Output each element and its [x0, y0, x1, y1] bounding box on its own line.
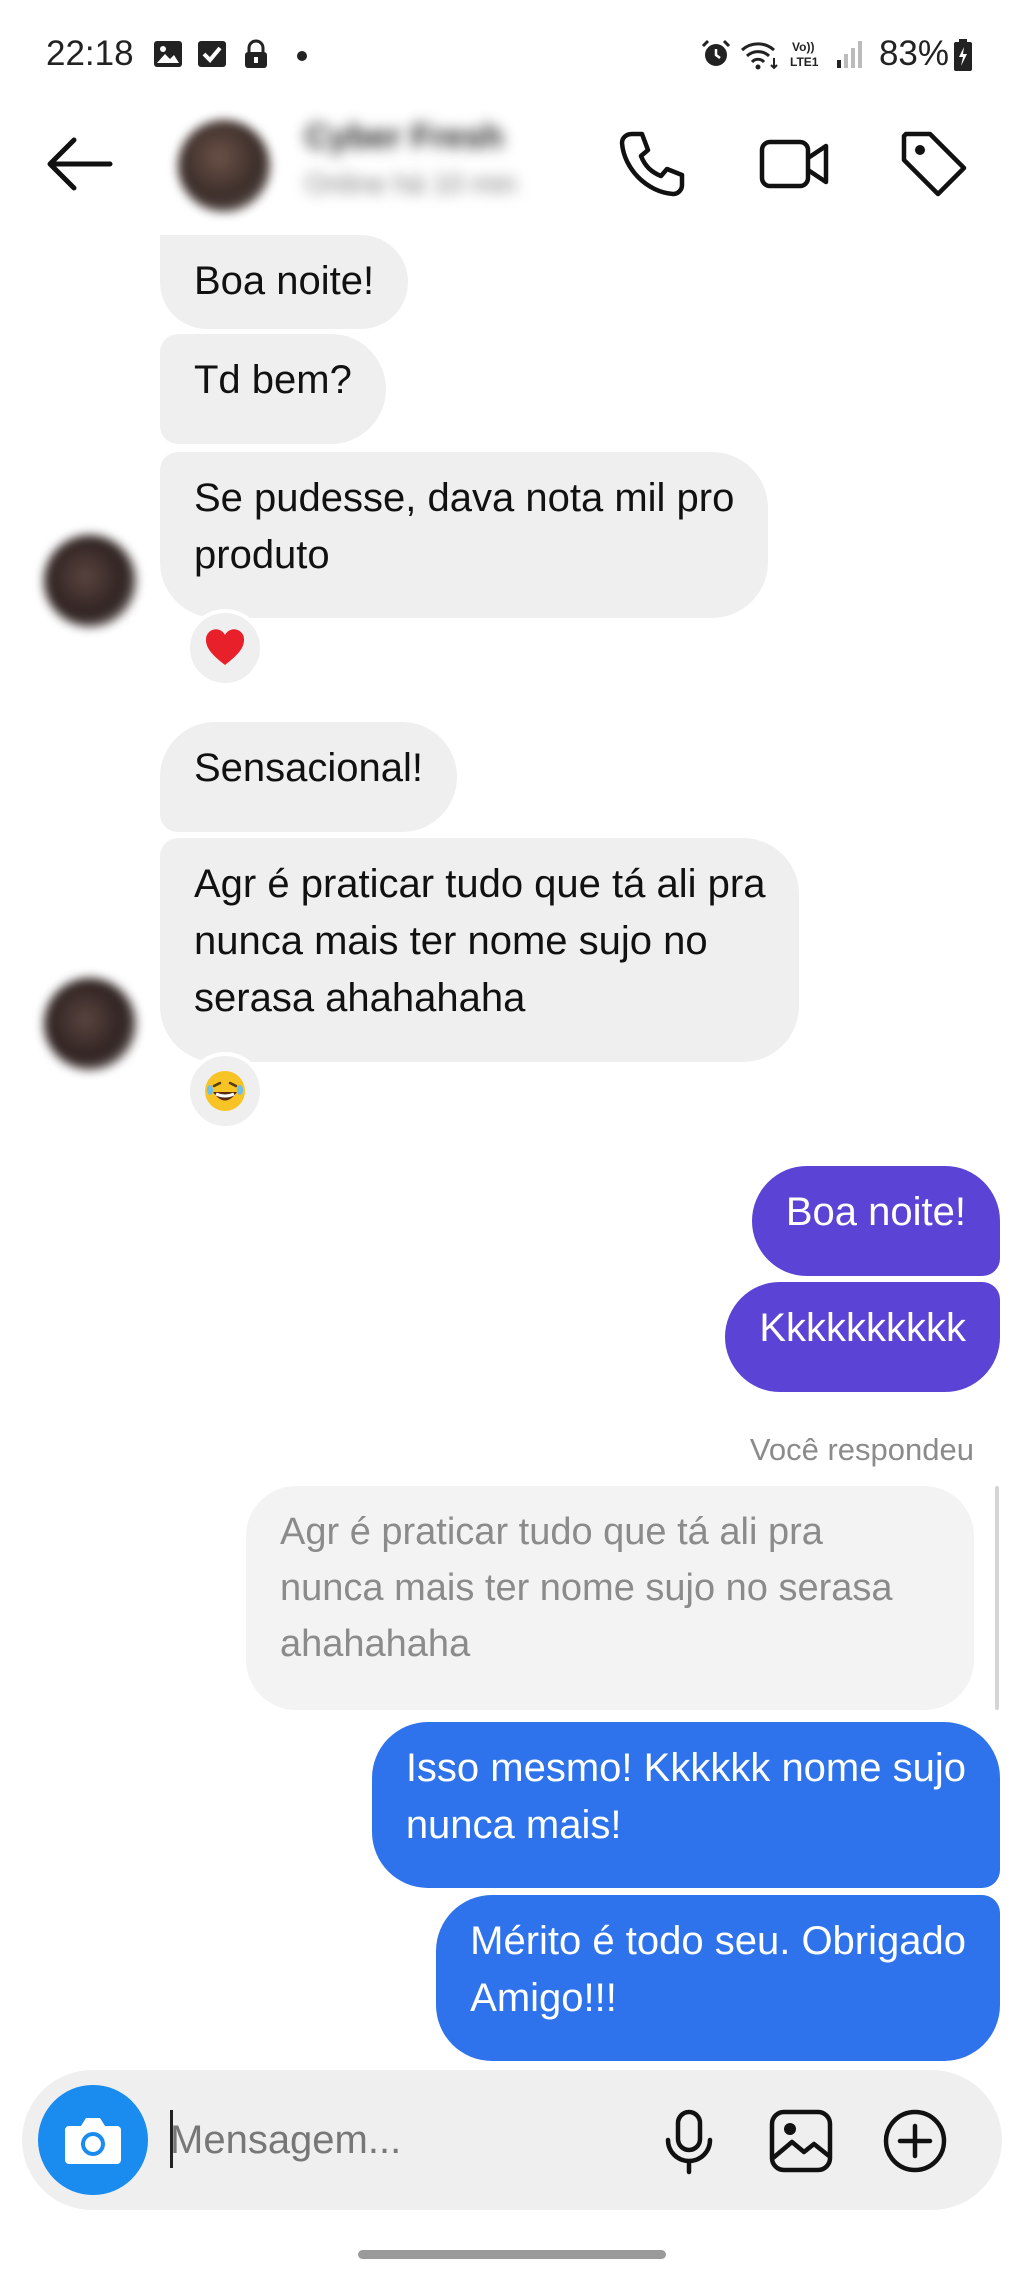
quote-bar — [995, 1486, 999, 1710]
wifi-icon — [741, 42, 778, 70]
camera-button[interactable] — [38, 2085, 148, 2195]
alarm-icon — [701, 39, 731, 66]
message-input[interactable] — [170, 2105, 630, 2175]
gallery-icon — [154, 41, 182, 67]
battery-icon — [954, 39, 972, 71]
incoming-message[interactable]: Boa noite! — [160, 235, 409, 329]
status-time: 22:18 — [46, 34, 134, 73]
sender-avatar[interactable] — [44, 535, 136, 627]
incoming-message[interactable]: Sensacional! — [160, 722, 458, 832]
outgoing-message[interactable]: Isso mesmo! Kkkkkk nome sujo nunca mais! — [371, 1722, 1000, 1888]
image-icon[interactable] — [766, 2106, 836, 2176]
contact-name[interactable]: Cyber Fresh — [305, 118, 503, 157]
incoming-message[interactable]: Td bem? — [160, 334, 386, 444]
microphone-icon[interactable] — [654, 2106, 724, 2176]
incoming-message[interactable]: Agr é praticar tudo que tá ali pra nunca… — [160, 838, 800, 1062]
svg-text:LTE1: LTE1 — [790, 55, 819, 69]
replied-label: Você respondeu — [749, 1432, 974, 1467]
sender-avatar[interactable] — [44, 978, 136, 1070]
contact-avatar[interactable] — [178, 120, 270, 212]
outgoing-message[interactable]: Kkkkkkkkkk — [725, 1282, 1000, 1392]
home-indicator[interactable] — [358, 2250, 666, 2259]
laugh-reaction[interactable] — [186, 1052, 264, 1130]
heart-icon — [205, 629, 245, 665]
contact-status: Online há 10 min — [305, 168, 517, 199]
plus-circle-icon[interactable] — [880, 2106, 950, 2176]
dot-icon — [297, 51, 307, 61]
volte-icon: Vo)) LTE1 — [790, 40, 819, 69]
quoted-message[interactable]: Agr é praticar tudo que tá ali pra nunca… — [246, 1486, 974, 1710]
outgoing-message[interactable]: Boa noite! — [751, 1166, 1000, 1276]
signal-icon — [837, 41, 862, 68]
back-arrow-icon[interactable] — [44, 134, 114, 194]
laughing-emoji-icon — [205, 1071, 245, 1111]
incoming-message[interactable]: Se pudesse, dava nota mil pro produto — [160, 452, 769, 618]
tag-icon[interactable] — [896, 126, 972, 202]
phone-icon[interactable] — [614, 126, 690, 202]
camera-icon — [65, 2118, 121, 2164]
checkbox-icon — [198, 41, 226, 67]
outgoing-message[interactable]: Mérito é todo seu. Obrigado Amigo!!! — [436, 1895, 1000, 2061]
svg-text:Vo)): Vo)) — [792, 40, 814, 54]
heart-reaction[interactable] — [186, 609, 264, 687]
lock-icon — [245, 39, 267, 68]
battery-percent: 83% — [878, 34, 949, 73]
video-icon[interactable] — [756, 126, 832, 202]
